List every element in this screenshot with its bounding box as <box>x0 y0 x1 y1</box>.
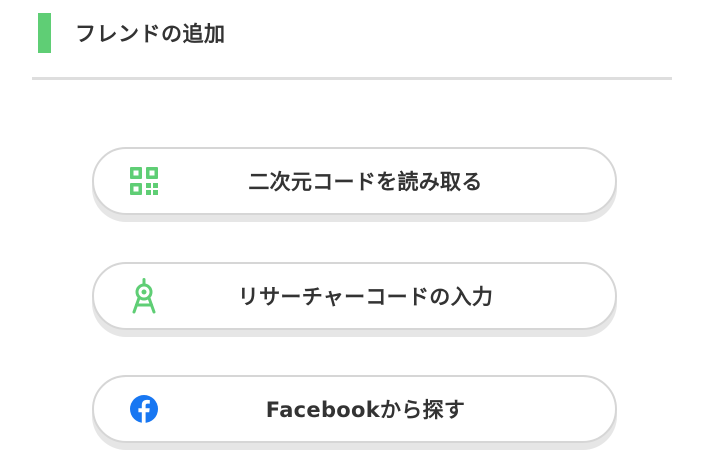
header-accent-bar <box>38 13 51 53</box>
find-on-facebook-button[interactable]: Facebookから探す <box>92 375 617 443</box>
find-on-facebook-label: Facebookから探す <box>265 398 466 422</box>
page-title: フレンドの追加 <box>75 22 226 46</box>
enter-researcher-code-label: リサーチャーコードの入力 <box>237 285 494 309</box>
scan-qr-code-button[interactable]: 二次元コードを読み取る <box>92 147 617 215</box>
divider <box>32 77 672 80</box>
section-header: フレンドの追加 <box>0 0 710 80</box>
enter-researcher-code-button[interactable]: リサーチャーコードの入力 <box>92 262 617 330</box>
scan-qr-code-label: 二次元コードを読み取る <box>248 170 483 194</box>
